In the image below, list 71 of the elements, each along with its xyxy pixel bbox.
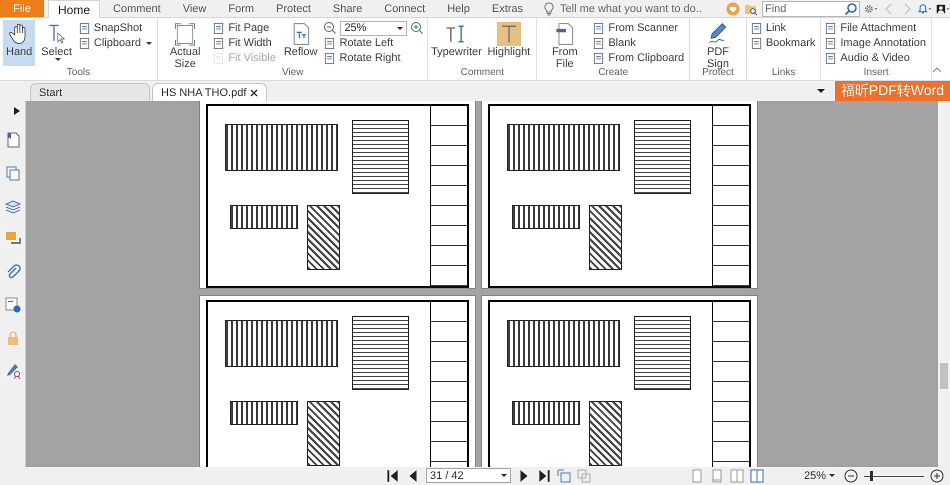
ribbon-button[interactable]: Link	[750, 21, 818, 35]
collapse-ribbon-icon[interactable]	[932, 66, 942, 74]
ribbon-button[interactable]: Rotate Left	[323, 36, 424, 50]
expand-panel-icon[interactable]	[14, 107, 20, 115]
ribbon-tab[interactable]: Share	[324, 0, 372, 17]
ribbon-button[interactable]: Reflow	[280, 20, 320, 66]
slider-thumb[interactable]	[870, 470, 874, 480]
caret-icon	[146, 42, 152, 44]
ribbon-button[interactable]: Rotate Right	[323, 51, 424, 65]
single-page-icon[interactable]	[690, 468, 704, 482]
ribbon-button[interactable]: Highlight	[484, 20, 534, 66]
pages-icon[interactable]	[4, 165, 20, 181]
caret-icon	[54, 58, 61, 62]
signature-icon[interactable]	[4, 297, 20, 313]
search-icon[interactable]	[844, 2, 858, 16]
previous-view-icon[interactable]	[557, 468, 571, 482]
zoom-dropdown[interactable]: 25%	[790, 470, 838, 482]
document-tab[interactable]: Start	[30, 83, 150, 101]
bell-icon[interactable]	[918, 2, 932, 16]
ribbon-group-label: Create	[597, 67, 630, 80]
ribbon-group-label: View	[280, 67, 304, 80]
ribbon-button[interactable]: Actual Size	[160, 20, 210, 66]
tab-list-caret-icon[interactable]	[816, 88, 825, 94]
ribbon-button[interactable]: Audio & Video	[824, 51, 928, 65]
ribbon-group-label: Protect	[701, 67, 735, 80]
ribbon-button[interactable]: From Clipboard	[592, 51, 686, 65]
ribbon-button[interactable]: Fit Page	[212, 21, 278, 35]
ribbon-group-label: Comment	[460, 67, 506, 80]
lightbulb-icon	[542, 2, 556, 16]
last-page-icon[interactable]	[537, 468, 551, 482]
ribbon-tab[interactable]: Extras	[482, 0, 532, 17]
continuous-page-icon[interactable]	[710, 468, 724, 482]
ribbon-button[interactable]: Blank	[592, 36, 686, 50]
zoom-dropdown[interactable]: 25%	[340, 20, 408, 36]
ribbon-tab[interactable]: Home	[48, 0, 100, 18]
find-field[interactable]: Find	[762, 0, 860, 16]
ribbon-tab[interactable]: Help	[438, 0, 479, 17]
ribbon-button[interactable]: From Scanner	[592, 21, 686, 35]
ribbon-button[interactable]: File Attachment	[824, 21, 928, 35]
ribbon-button[interactable]: Fit Width	[212, 36, 278, 50]
pen-icon[interactable]	[4, 363, 20, 379]
ribbon-button[interactable]: From File	[540, 20, 590, 66]
ribbon-group-label: Insert	[862, 67, 890, 80]
zoom-out-icon[interactable]	[844, 468, 858, 482]
document-tab[interactable]: HS NHA THO.pdf	[152, 83, 267, 101]
ribbon-button[interactable]: Select	[38, 20, 75, 66]
ribbon-tab[interactable]: Connect	[375, 0, 434, 17]
ribbon-group-label: Links	[770, 67, 796, 80]
ribbon-button[interactable]: Typewriter	[431, 20, 482, 66]
facing-pages-icon[interactable]	[730, 468, 744, 482]
ribbon-button[interactable]: Clipboard	[78, 36, 154, 50]
highlight-icon	[496, 22, 521, 46]
ribbon-tab[interactable]: Protect	[267, 0, 320, 17]
page-frame-icon	[173, 22, 198, 46]
close-icon[interactable]	[250, 88, 258, 96]
zoom-slider[interactable]	[864, 470, 924, 482]
page-number-field[interactable]: 31 / 42	[426, 468, 511, 483]
ribbon-button[interactable]: Bookmark	[750, 36, 818, 50]
layers-icon[interactable]	[4, 198, 20, 214]
zoom-out-icon[interactable]	[323, 21, 338, 35]
ribbon-tab[interactable]: Comment	[104, 0, 170, 17]
zoom-in-icon[interactable]	[930, 468, 944, 482]
first-page-icon[interactable]	[386, 468, 400, 482]
ribbon-tab[interactable]: Form	[219, 0, 264, 17]
ribbon-button[interactable]: Hand	[3, 20, 36, 66]
ribbon-button[interactable]: Image Annotation	[824, 36, 928, 50]
ribbon-group-label: Tools	[66, 67, 92, 80]
continuous-facing-icon[interactable]	[750, 468, 764, 482]
ribbon-button[interactable]: SnapShot	[78, 21, 154, 35]
ribbon-tab[interactable]: View	[174, 0, 216, 17]
tell-me-search-field[interactable]: Tell me what you want to do..	[560, 2, 710, 14]
